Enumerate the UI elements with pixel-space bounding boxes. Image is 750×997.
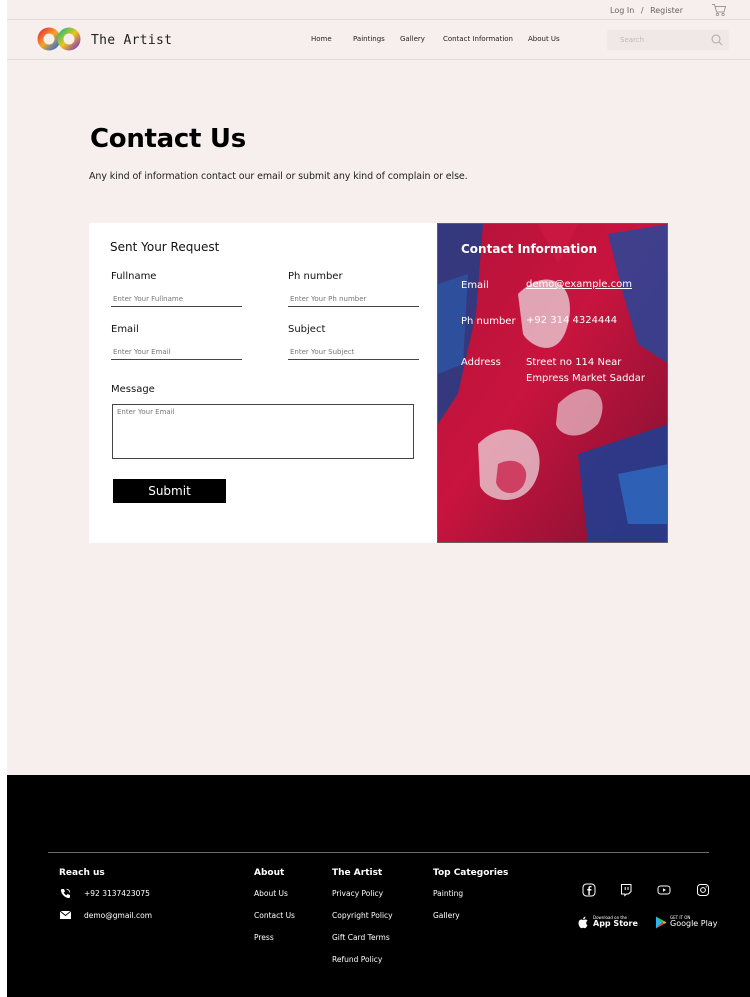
- subject-input[interactable]: [288, 344, 419, 360]
- footer-artist-title: The Artist: [332, 868, 383, 878]
- footer-link-gallery[interactable]: Gallery: [433, 911, 460, 920]
- phone-label: Ph number: [288, 271, 343, 282]
- page-title: Contact Us: [90, 124, 246, 154]
- mail-icon: [60, 911, 71, 919]
- contact-address-line2: Empress Market Saddar: [526, 373, 646, 384]
- search-icon[interactable]: [711, 34, 723, 46]
- contact-phone-value: +92 314 4324444: [526, 315, 618, 326]
- contact-email-value[interactable]: demo@example.com: [526, 277, 666, 293]
- footer-about-title: About: [254, 868, 285, 878]
- facebook-icon[interactable]: [582, 883, 596, 897]
- phone-icon: [60, 888, 71, 899]
- nav-paintings[interactable]: Paintings: [353, 35, 385, 43]
- footer-link-about-us[interactable]: About Us: [254, 889, 288, 898]
- search-placeholder: Search: [620, 36, 645, 44]
- request-form: Sent Your Request Fullname Ph number Ema…: [89, 223, 437, 543]
- header: The Artist Home Paintings Gallery Contac…: [7, 20, 750, 60]
- contact-phone-label: Ph number: [461, 316, 516, 327]
- footer-divider: [48, 852, 709, 853]
- nav-about-us[interactable]: About Us: [528, 35, 560, 43]
- footer-link-contact-us[interactable]: Contact Us: [254, 911, 295, 920]
- twitch-icon[interactable]: [619, 883, 633, 897]
- footer-link-gift-card-terms[interactable]: Gift Card Terms: [332, 933, 390, 942]
- footer-phone[interactable]: +92 3137423075: [84, 889, 150, 898]
- footer-link-privacy-policy[interactable]: Privacy Policy: [332, 889, 383, 898]
- brand-name: The Artist: [91, 33, 173, 48]
- google-play-badge[interactable]: GET IT ON Google Play: [654, 915, 718, 931]
- form-title: Sent Your Request: [110, 240, 220, 254]
- cart-icon[interactable]: [711, 3, 727, 17]
- message-textarea[interactable]: [112, 404, 414, 459]
- contact-address-line1: Street no 114 Near: [526, 357, 622, 368]
- register-link[interactable]: Register: [650, 6, 683, 15]
- email-input[interactable]: [111, 344, 242, 360]
- search-box[interactable]: Search: [607, 30, 729, 50]
- message-label: Message: [111, 384, 155, 395]
- apple-icon: [578, 916, 588, 929]
- youtube-icon[interactable]: [657, 883, 671, 897]
- footer-link-copyright-policy[interactable]: Copyright Policy: [332, 911, 393, 920]
- subject-label: Subject: [288, 324, 326, 335]
- fullname-input[interactable]: [111, 291, 242, 307]
- logo-icon[interactable]: [37, 27, 81, 51]
- footer-categories-title: Top Categories: [433, 868, 509, 878]
- email-label: Email: [111, 324, 139, 335]
- contact-address-label: Address: [461, 357, 501, 368]
- contact-info-panel: Contact Information Email demo@example.c…: [437, 223, 668, 543]
- instagram-icon[interactable]: [696, 883, 710, 897]
- app-store-big-text: App Store: [593, 919, 638, 928]
- contact-info-title: Contact Information: [461, 242, 598, 256]
- app-store-badge[interactable]: Download on the App Store: [577, 915, 638, 931]
- nav-contact-information[interactable]: Contact Information: [443, 35, 513, 43]
- nav-home[interactable]: Home: [311, 35, 332, 43]
- footer-link-painting[interactable]: Painting: [433, 889, 463, 898]
- footer-link-refund-policy[interactable]: Refund Policy: [332, 955, 382, 964]
- google-play-big-text: Google Play: [670, 919, 718, 928]
- footer-link-press[interactable]: Press: [254, 933, 274, 942]
- contact-email-label: Email: [461, 280, 489, 291]
- nav-gallery[interactable]: Gallery: [400, 35, 425, 43]
- login-link[interactable]: Log In: [610, 6, 634, 15]
- phone-input[interactable]: [288, 291, 419, 307]
- fullname-label: Fullname: [111, 271, 157, 282]
- auth-links: Log In / Register: [608, 6, 685, 15]
- google-play-icon: [656, 916, 667, 929]
- footer-email[interactable]: demo@gmail.com: [84, 911, 152, 920]
- page: Log In / Register The Artist Home Painti…: [7, 0, 750, 997]
- submit-button[interactable]: Submit: [113, 479, 226, 503]
- page-subtitle: Any kind of information contact our emai…: [89, 171, 468, 182]
- footer-reach-title: Reach us: [59, 868, 105, 878]
- auth-separator: /: [640, 6, 644, 15]
- footer: Reach us +92 3137423075 demo@gmail.com A…: [7, 775, 750, 997]
- top-bar: Log In / Register: [7, 0, 750, 20]
